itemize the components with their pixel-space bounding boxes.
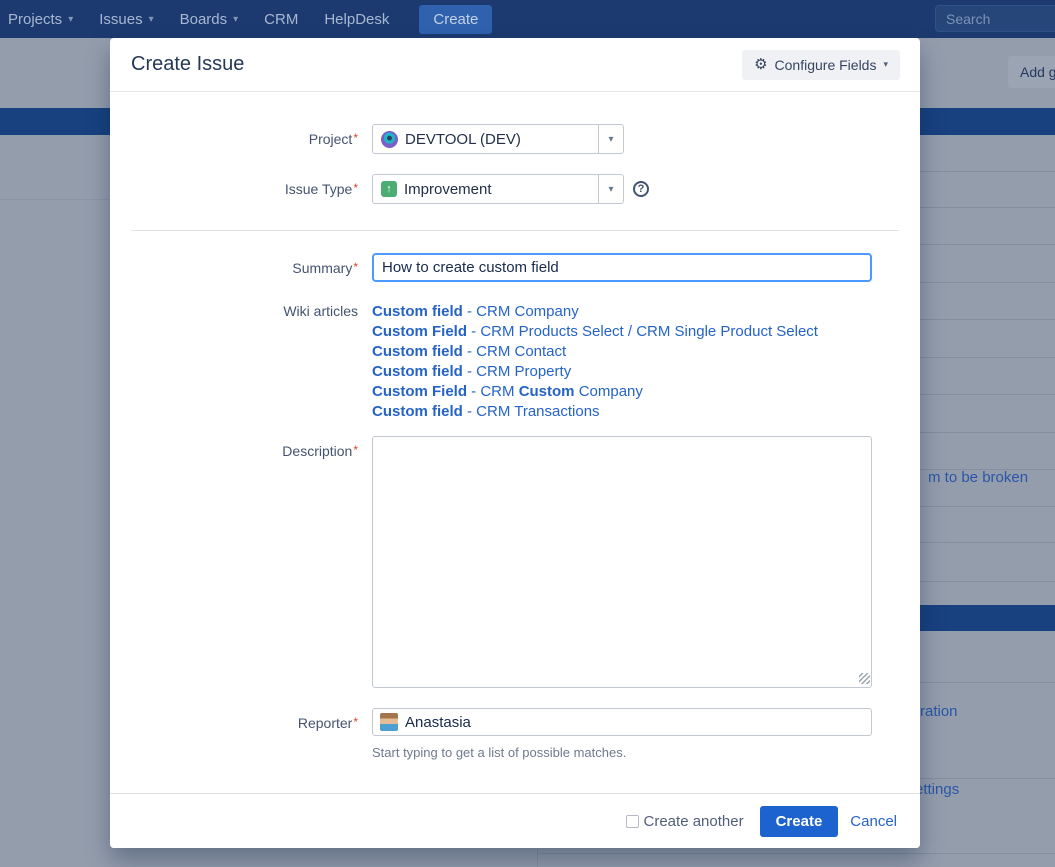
project-select-dropdown-button[interactable]: ▾ — [598, 124, 624, 154]
nav-item-issues[interactable]: Issues ▾ — [99, 11, 153, 28]
configure-fields-label: Configure Fields — [775, 57, 877, 73]
wiki-article-link-bold: Custom field — [372, 403, 463, 420]
wiki-article-link-text: - CRM Company — [463, 303, 579, 320]
chevron-down-icon: ▾ — [149, 14, 154, 25]
wiki-article-link-text: - CRM Property — [463, 363, 571, 380]
project-select-value[interactable]: DEVTOOL (DEV) — [372, 124, 598, 154]
reporter-input[interactable]: Anastasia — [372, 708, 872, 736]
reporter-label: Reporter* — [110, 708, 372, 760]
gear-icon: ⚙ — [754, 57, 767, 72]
issue-type-select-value[interactable]: ↑ Improvement — [372, 174, 598, 204]
bg-row-divider — [537, 853, 1055, 854]
wiki-article-link-bold: Custom Field — [372, 323, 467, 340]
dialog-footer: Create another Create Cancel — [110, 793, 920, 848]
configure-fields-button[interactable]: ⚙ Configure Fields ▾ — [742, 50, 900, 80]
help-icon[interactable]: ? — [633, 181, 649, 197]
reporter-hint: Start typing to get a list of possible m… — [372, 745, 872, 760]
wiki-article-link[interactable]: Custom field - CRM Contact — [372, 342, 818, 362]
caret-down-icon: ▾ — [608, 134, 613, 145]
chevron-down-icon: ▾ — [883, 59, 888, 70]
chevron-down-icon: ▾ — [233, 14, 238, 25]
nav-item-helpdesk[interactable]: HelpDesk — [324, 11, 389, 28]
wiki-article-link-text: Company — [575, 383, 643, 400]
description-textarea[interactable] — [372, 436, 872, 688]
wiki-article-link[interactable]: Custom Field - CRM Custom Company — [372, 382, 818, 402]
create-another-checkbox[interactable] — [626, 815, 639, 828]
project-field-row: Project* DEVTOOL (DEV) ▾ — [110, 124, 920, 154]
bg-issue-link[interactable]: ration — [920, 703, 958, 720]
dialog-title: Create Issue — [131, 53, 244, 76]
nav-item-label: Issues — [99, 11, 142, 28]
project-label: Project* — [110, 124, 372, 154]
top-navbar: Projects ▾ Issues ▾ Boards ▾ CRM HelpDesk Creat… — [0, 0, 1055, 38]
issue-type-select-dropdown-button[interactable]: ▾ — [598, 174, 624, 204]
issue-type-select[interactable]: ↑ Improvement ▾ — [372, 174, 624, 204]
wiki-articles-row: Wiki articles Custom field - CRM Company… — [110, 302, 920, 422]
caret-down-icon: ▾ — [608, 184, 613, 195]
resize-handle-icon[interactable] — [859, 673, 870, 684]
wiki-article-link[interactable]: Custom field - CRM Property — [372, 362, 818, 382]
reporter-field-row: Reporter* Anastasia Start typing to get … — [110, 708, 920, 760]
dialog-header: Create Issue ⚙ Configure Fields ▾ — [110, 38, 920, 92]
nav-item-label: Boards — [180, 11, 228, 28]
summary-label: Summary* — [110, 253, 372, 282]
project-select[interactable]: DEVTOOL (DEV) ▾ — [372, 124, 624, 154]
description-field-row: Description* — [110, 436, 920, 688]
wiki-article-link-text: - CRM — [467, 383, 519, 400]
wiki-article-link-bold: Custom Field — [372, 383, 467, 400]
wiki-article-link-bold: Custom field — [372, 343, 463, 360]
create-button[interactable]: Create — [760, 806, 839, 837]
summary-field-row: Summary* — [110, 253, 920, 282]
wiki-article-link-bold: Custom — [519, 383, 575, 400]
search-input[interactable] — [935, 5, 1055, 32]
nav-item-label: Projects — [8, 11, 62, 28]
wiki-article-link-text: - CRM Transactions — [463, 403, 600, 420]
nav-items: Projects ▾ Issues ▾ Boards ▾ CRM HelpDesk — [8, 11, 389, 28]
issue-type-field-row: Issue Type* ↑ Improvement ▾ ? — [110, 174, 920, 204]
add-gadget-button[interactable]: Add g — [1008, 56, 1055, 88]
required-marker: * — [353, 181, 358, 195]
required-marker: * — [353, 131, 358, 145]
nav-item-label: HelpDesk — [324, 11, 389, 28]
required-marker: * — [353, 715, 358, 729]
wiki-article-link-bold: Custom field — [372, 303, 463, 320]
nav-create-button[interactable]: Create — [419, 5, 492, 34]
chevron-down-icon: ▾ — [68, 14, 73, 25]
create-another-label[interactable]: Create another — [644, 813, 744, 830]
summary-input[interactable] — [372, 253, 872, 282]
wiki-articles-list: Custom field - CRM CompanyCustom Field -… — [372, 302, 818, 422]
section-divider — [131, 230, 899, 231]
issue-type-value: Improvement — [404, 181, 492, 198]
wiki-article-link[interactable]: Custom Field - CRM Products Select / CRM… — [372, 322, 818, 342]
project-value: DEVTOOL (DEV) — [405, 131, 521, 148]
description-label: Description* — [110, 436, 372, 688]
wiki-article-link-text: - CRM Contact — [463, 343, 566, 360]
wiki-article-link-text: - CRM Products Select / CRM Single Produ… — [467, 323, 818, 340]
wiki-articles-label: Wiki articles — [110, 302, 372, 422]
nav-item-projects[interactable]: Projects ▾ — [8, 11, 73, 28]
nav-item-boards[interactable]: Boards ▾ — [180, 11, 239, 28]
improvement-icon: ↑ — [381, 181, 397, 197]
nav-item-crm[interactable]: CRM — [264, 11, 298, 28]
reporter-avatar — [380, 713, 398, 731]
required-marker: * — [353, 443, 358, 457]
bg-column-divider — [537, 848, 538, 867]
required-marker: * — [353, 260, 358, 274]
bg-issue-link[interactable]: m to be broken — [928, 469, 1028, 486]
reporter-value: Anastasia — [405, 714, 471, 731]
wiki-article-link-bold: Custom field — [372, 363, 463, 380]
wiki-article-link[interactable]: Custom field - CRM Transactions — [372, 402, 818, 422]
issue-type-label: Issue Type* — [110, 174, 372, 204]
cancel-link[interactable]: Cancel — [850, 813, 897, 830]
nav-item-label: CRM — [264, 11, 298, 28]
project-avatar-icon — [381, 131, 398, 148]
dialog-body: Project* DEVTOOL (DEV) ▾ Issue Type* — [110, 92, 920, 793]
wiki-article-link[interactable]: Custom field - CRM Company — [372, 302, 818, 322]
create-issue-dialog: Create Issue ⚙ Configure Fields ▾ Projec… — [110, 38, 920, 848]
